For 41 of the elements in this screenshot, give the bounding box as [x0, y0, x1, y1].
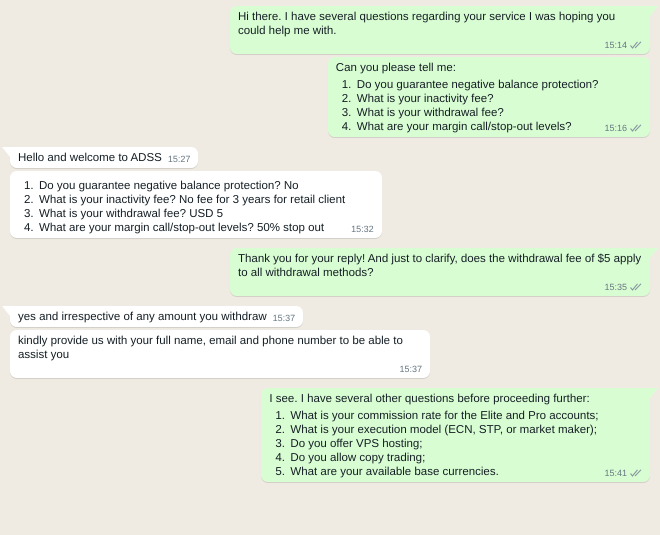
list-number: 3. [275, 437, 286, 451]
list-item-text: Do you guarantee negative balance protection? No [39, 179, 299, 193]
list-number: 3. [24, 207, 35, 221]
message-time: 15:32 [351, 223, 374, 235]
message-time: 15:27 [168, 153, 190, 165]
list-item-text: Do you guarantee negative balance protection? [356, 78, 598, 92]
list-item-text: What is your inactivity fee? No fee for 3 years for retail client [39, 193, 346, 207]
list-number: 5. [275, 465, 286, 479]
message-text: Hello and welcome to ADSS [18, 151, 162, 165]
message-text: Hi there. I have several questions regarding your service I was hoping you could help me with. [238, 10, 616, 38]
message-text: yes and irrespective of any amount you withdraw [18, 310, 267, 324]
list-number: 3. [342, 106, 352, 120]
list-item-text: Do you allow copy trading; [290, 451, 426, 465]
message-text: Thank you for your reply! And just to clarify, does the withdrawal fee of $5 apply to all withdrawal methods? [238, 252, 642, 280]
list-number: 1. [275, 409, 286, 423]
list-item-text: Do you offer VPS hosting; [290, 437, 423, 451]
list-item-text: What is your commission rate for the Elite and Pro accounts; [290, 409, 598, 423]
list-number: 4. [275, 451, 286, 465]
message-time: 15:16 [604, 122, 627, 134]
list-item-text: What is your withdrawal fee? [356, 106, 504, 120]
list-item-text: What is your withdrawal fee? USD 5 [39, 207, 224, 221]
list-item-text: What are your margin call/stop-out levels? [356, 120, 572, 134]
list-number: 2. [342, 92, 352, 106]
list-number: 4. [24, 221, 35, 235]
message-time: 15:14 [604, 39, 627, 51]
message-text: Can you please tell me: [336, 61, 457, 75]
list-number: 2. [275, 423, 286, 437]
list-number: 4. [342, 120, 352, 134]
message-text: kindly provide us with your full name, email and phone number to be able to assist you [18, 334, 404, 362]
list-item-text: What are your margin call/stop-out levels? 50% stop out [39, 221, 324, 235]
list-item-text: What is your execution model (ECN, STP, or market maker); [290, 423, 597, 437]
list-item-text: What is your inactivity fee? [356, 92, 494, 106]
list-number: 2. [24, 193, 35, 207]
message-time: 15:41 [604, 467, 627, 479]
message-time: 15:37 [399, 363, 422, 375]
message-time: 15:37 [272, 312, 296, 324]
list-item-text: What are your available base currencies. [290, 465, 499, 479]
message-text: I see. I have several other questions before proceeding further: [269, 392, 591, 406]
list-number: 1. [24, 179, 35, 193]
list-number: 1. [342, 78, 352, 92]
message-time: 15:35 [604, 281, 627, 293]
